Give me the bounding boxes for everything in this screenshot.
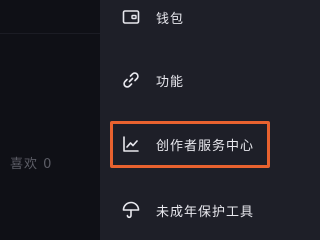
background-profile-page[interactable]: 喜欢 0 [0,0,100,240]
screen: 喜欢 0 钱包 功能 创作者服务中心 未成年保护工具 [0,0,320,240]
chart-trend-icon [120,133,142,155]
umbrella-icon [120,199,142,221]
menu-item-features[interactable]: 功能 [110,60,310,100]
side-menu-panel: 钱包 功能 创作者服务中心 未成年保护工具 [100,0,320,240]
link-icon [120,69,142,91]
wallet-icon [120,6,142,28]
menu-item-creator-center[interactable]: 创作者服务中心 [110,124,310,164]
menu-item-minor-protection[interactable]: 未成年保护工具 [110,190,310,230]
menu-item-label: 创作者服务中心 [156,138,255,154]
menu-item-label: 未成年保护工具 [156,204,255,220]
menu-item-label: 功能 [156,74,185,90]
menu-item-wallet[interactable]: 钱包 [110,0,310,37]
likes-tab-label[interactable]: 喜欢 0 [10,153,52,172]
divider [0,33,100,34]
menu-item-label: 钱包 [156,11,185,27]
